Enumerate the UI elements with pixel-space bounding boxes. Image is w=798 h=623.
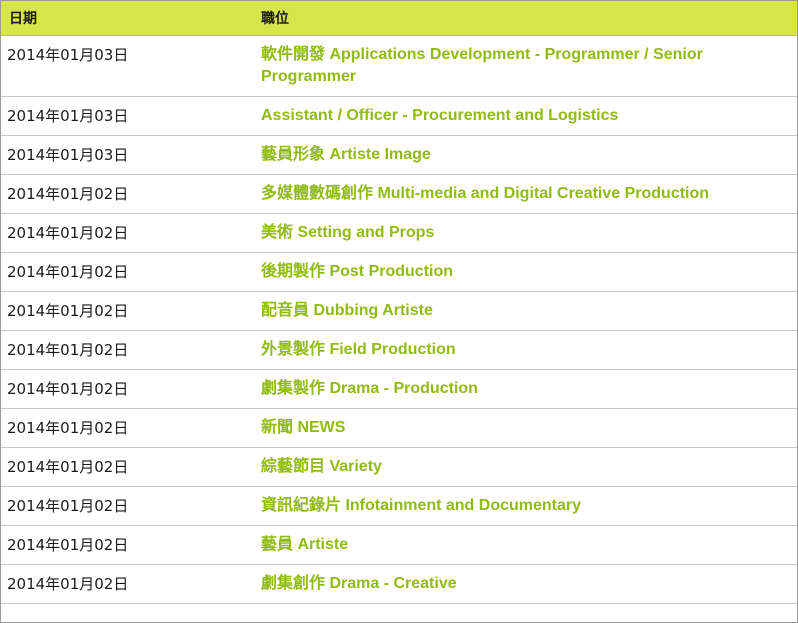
table-row: 2014年01月02日 劇集製作 Drama - Production xyxy=(1,369,797,409)
posting-date: 2014年01月02日 xyxy=(1,408,253,448)
position-cell: 後期製作 Post Production xyxy=(253,252,797,292)
table-row: 2014年01月02日 配音員 Dubbing Artiste xyxy=(1,291,797,331)
table-row: 2014年01月02日 劇集創作 Drama - Creative xyxy=(1,564,797,604)
posting-date: 2014年01月02日 xyxy=(1,291,253,331)
posting-date: 2014年01月02日 xyxy=(1,486,253,526)
table-row: 2014年01月03日 藝員形象 Artiste Image xyxy=(1,135,797,175)
table-row: 2014年01月02日 綜藝節目 Variety xyxy=(1,447,797,487)
table-row: 2014年01月02日 資訊紀錄片 Infotainment and Docum… xyxy=(1,486,797,526)
position-cell: 資訊紀錄片 Infotainment and Documentary xyxy=(253,486,797,526)
position-cell: 劇集創作 Drama - Creative xyxy=(253,564,797,604)
position-link[interactable]: 劇集創作 Drama - Creative xyxy=(261,573,457,595)
position-cell: 藝員形象 Artiste Image xyxy=(253,135,797,175)
posting-date: 2014年01月03日 xyxy=(1,135,253,175)
position-link[interactable]: 劇集製作 Drama - Production xyxy=(261,378,478,400)
posting-date: 2014年01月03日 xyxy=(1,35,253,97)
position-link[interactable]: Assistant / Officer - Procurement and Lo… xyxy=(261,105,618,127)
position-link[interactable]: 綜藝節目 Variety xyxy=(261,456,382,478)
position-link[interactable]: 軟件開發 Applications Development - Programm… xyxy=(261,44,781,88)
position-link[interactable]: 配音員 Dubbing Artiste xyxy=(261,300,433,322)
posting-date: 2014年01月02日 xyxy=(1,330,253,370)
table-row: 2014年01月02日 美術 Setting and Props xyxy=(1,213,797,253)
position-cell: 劇集製作 Drama - Production xyxy=(253,369,797,409)
position-link[interactable]: 後期製作 Post Production xyxy=(261,261,453,283)
column-header-date: 日期 xyxy=(1,1,253,36)
table-body: 2014年01月03日 軟件開發 Applications Developmen… xyxy=(1,35,797,604)
position-link[interactable]: 外景製作 Field Production xyxy=(261,339,456,361)
position-cell: 綜藝節目 Variety xyxy=(253,447,797,487)
table-row: 2014年01月02日 多媒體數碼創作 Multi-media and Digi… xyxy=(1,174,797,214)
position-link[interactable]: 新聞 NEWS xyxy=(261,417,345,439)
position-link[interactable]: 藝員 Artiste xyxy=(261,534,348,556)
job-listing-panel: 日期 職位 2014年01月03日 軟件開發 Applications Deve… xyxy=(0,0,798,623)
table-row: 2014年01月03日 軟件開發 Applications Developmen… xyxy=(1,35,797,97)
position-cell: 美術 Setting and Props xyxy=(253,213,797,253)
position-link[interactable]: 美術 Setting and Props xyxy=(261,222,434,244)
posting-date: 2014年01月02日 xyxy=(1,174,253,214)
table-row: 2014年01月02日 新聞 NEWS xyxy=(1,408,797,448)
position-link[interactable]: 藝員形象 Artiste Image xyxy=(261,144,431,166)
table-header: 日期 職位 xyxy=(1,1,797,36)
position-cell: 新聞 NEWS xyxy=(253,408,797,448)
posting-date: 2014年01月02日 xyxy=(1,564,253,604)
posting-date: 2014年01月02日 xyxy=(1,369,253,409)
table-row: 2014年01月02日 藝員 Artiste xyxy=(1,525,797,565)
table-row: 2014年01月03日 Assistant / Officer - Procur… xyxy=(1,96,797,136)
posting-date: 2014年01月02日 xyxy=(1,252,253,292)
position-cell: 藝員 Artiste xyxy=(253,525,797,565)
job-listing-table: 日期 職位 2014年01月03日 軟件開發 Applications Deve… xyxy=(1,1,797,604)
column-header-position: 職位 xyxy=(253,1,797,36)
position-cell: 多媒體數碼創作 Multi-media and Digital Creative… xyxy=(253,174,797,214)
position-link[interactable]: 多媒體數碼創作 Multi-media and Digital Creative… xyxy=(261,183,709,205)
position-cell: 外景製作 Field Production xyxy=(253,330,797,370)
table-row: 2014年01月02日 後期製作 Post Production xyxy=(1,252,797,292)
position-cell: 配音員 Dubbing Artiste xyxy=(253,291,797,331)
position-cell: 軟件開發 Applications Development - Programm… xyxy=(253,35,797,97)
position-link[interactable]: 資訊紀錄片 Infotainment and Documentary xyxy=(261,495,581,517)
posting-date: 2014年01月02日 xyxy=(1,213,253,253)
table-row: 2014年01月02日 外景製作 Field Production xyxy=(1,330,797,370)
posting-date: 2014年01月03日 xyxy=(1,96,253,136)
position-cell: Assistant / Officer - Procurement and Lo… xyxy=(253,96,797,136)
posting-date: 2014年01月02日 xyxy=(1,447,253,487)
posting-date: 2014年01月02日 xyxy=(1,525,253,565)
